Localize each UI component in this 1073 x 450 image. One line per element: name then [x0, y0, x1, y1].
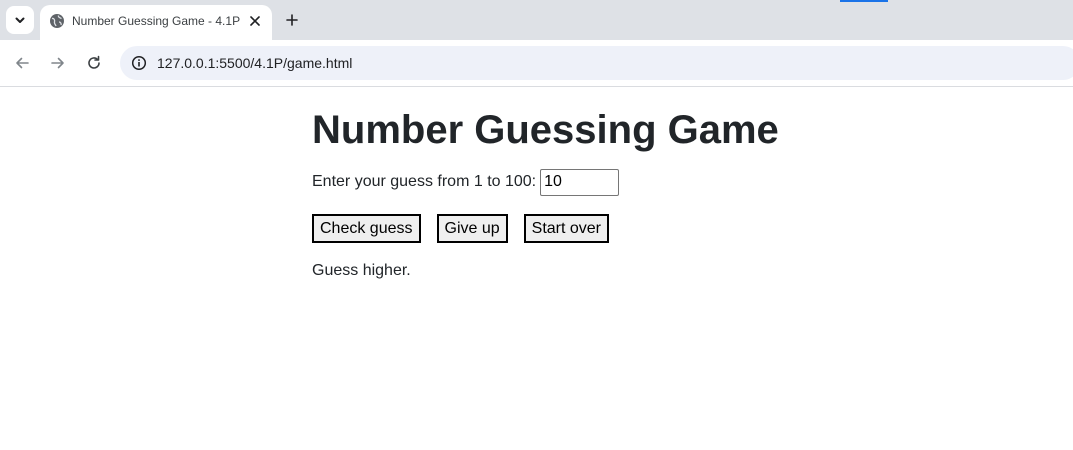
close-tab-button[interactable] [246, 12, 264, 30]
button-row: Check guess Give up Start over [312, 214, 625, 243]
feedback-message: Guess higher. [312, 262, 411, 279]
window-accent-bar [840, 0, 888, 2]
guess-form-row: Enter your guess from 1 to 100: [312, 167, 620, 197]
tab-search-button[interactable] [6, 6, 34, 34]
give-up-button[interactable]: Give up [436, 214, 508, 243]
plus-icon [286, 14, 298, 26]
check-guess-button[interactable]: Check guess [312, 214, 421, 243]
arrow-right-icon [51, 57, 64, 69]
site-info-button[interactable] [127, 51, 151, 75]
reload-button[interactable] [80, 49, 108, 77]
forward-button[interactable] [44, 49, 72, 77]
guess-input[interactable] [540, 168, 620, 196]
tab-strip: Number Guessing Game - 4.1P [0, 0, 1073, 40]
address-bar[interactable]: 127.0.0.1:5500/4.1P/game.html [120, 46, 1073, 80]
page-title: Number Guessing Game [312, 108, 779, 152]
tab-title: Number Guessing Game - 4.1P [72, 14, 241, 28]
browser-tab[interactable]: Number Guessing Game - 4.1P [40, 5, 272, 40]
new-tab-button[interactable] [280, 8, 304, 32]
info-icon [131, 55, 147, 71]
globe-icon [50, 14, 64, 28]
arrow-left-icon [16, 57, 29, 69]
back-button[interactable] [8, 49, 36, 77]
start-over-button[interactable]: Start over [523, 214, 609, 243]
guess-label: Enter your guess from 1 to 100: [312, 173, 537, 190]
browser-toolbar: 127.0.0.1:5500/4.1P/game.html [0, 40, 1073, 87]
chevron-down-icon [15, 17, 25, 23]
url-text: 127.0.0.1:5500/4.1P/game.html [157, 55, 353, 71]
reload-icon [88, 55, 100, 69]
close-icon [250, 16, 260, 26]
